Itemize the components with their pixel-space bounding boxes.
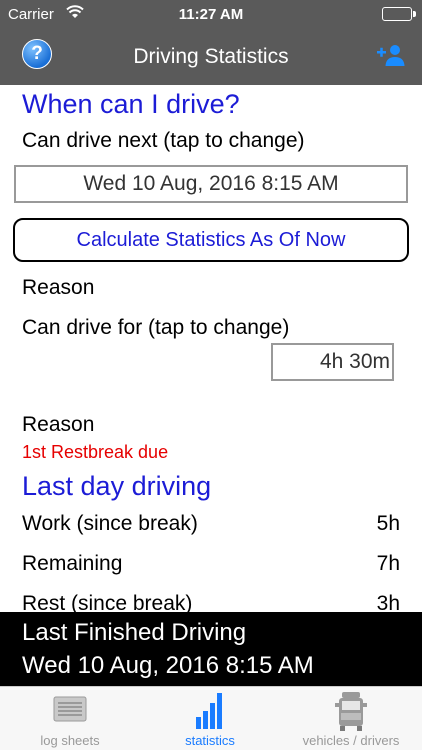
- page-title: Driving Statistics: [133, 45, 289, 68]
- tab-statistics[interactable]: statistics: [140, 687, 280, 750]
- tab-log-sheets-label: log sheets: [40, 733, 100, 748]
- last-finished-driving-banner: Last Finished Driving Wed 10 Aug, 2016 8…: [0, 612, 422, 686]
- work-since-break-value: 5h: [376, 512, 400, 535]
- tab-log-sheets[interactable]: log sheets: [0, 687, 140, 750]
- can-drive-next-label: Can drive next (tap to change): [22, 129, 305, 152]
- tab-statistics-label: statistics: [185, 733, 235, 748]
- reason-label: Reason: [22, 276, 95, 299]
- status-time: 11:27 AM: [178, 6, 244, 23]
- when-can-i-drive-heading: When can I drive?: [22, 89, 240, 119]
- statistics-content[interactable]: When can I drive? Can drive next (tap to…: [0, 85, 422, 612]
- remaining-label: Remaining: [22, 552, 123, 575]
- last-finished-driving-value: Wed 10 Aug, 2016 8:15 AM: [22, 652, 314, 679]
- can-drive-for-field[interactable]: 4h 30m: [271, 343, 394, 381]
- reason-label-2: Reason: [22, 413, 95, 436]
- last-finished-driving-label: Last Finished Driving: [22, 619, 247, 646]
- navigation-bar: ? Driving Statistics: [0, 30, 422, 85]
- tab-vehicles-drivers[interactable]: vehicles / drivers: [280, 687, 422, 750]
- reason-value: 1st Restbreak due: [22, 442, 169, 462]
- add-user-button[interactable]: [376, 43, 406, 67]
- can-drive-next-field[interactable]: Wed 10 Aug, 2016 8:15 AM: [14, 165, 408, 203]
- calculate-statistics-button[interactable]: Calculate Statistics As Of Now: [13, 218, 409, 262]
- work-since-break-label: Work (since break): [22, 512, 198, 535]
- truck-icon: [331, 691, 371, 738]
- tab-bar: log sheets statistics vehicles / drivers: [0, 686, 422, 750]
- rest-since-break-label: Rest (since break): [22, 592, 193, 612]
- statistics-icon: [190, 691, 230, 736]
- tab-vehicles-drivers-label: vehicles / drivers: [302, 733, 400, 748]
- rest-since-break-value: 3h: [376, 592, 400, 612]
- status-bar: Carrier 11:27 AM: [0, 0, 422, 30]
- last-day-driving-heading: Last day driving: [22, 471, 212, 501]
- battery-icon: [382, 7, 416, 21]
- add-user-icon: [377, 45, 405, 66]
- can-drive-for-label: Can drive for (tap to change): [22, 316, 290, 339]
- log-sheets-icon: [50, 691, 90, 730]
- remaining-value: 7h: [376, 552, 400, 575]
